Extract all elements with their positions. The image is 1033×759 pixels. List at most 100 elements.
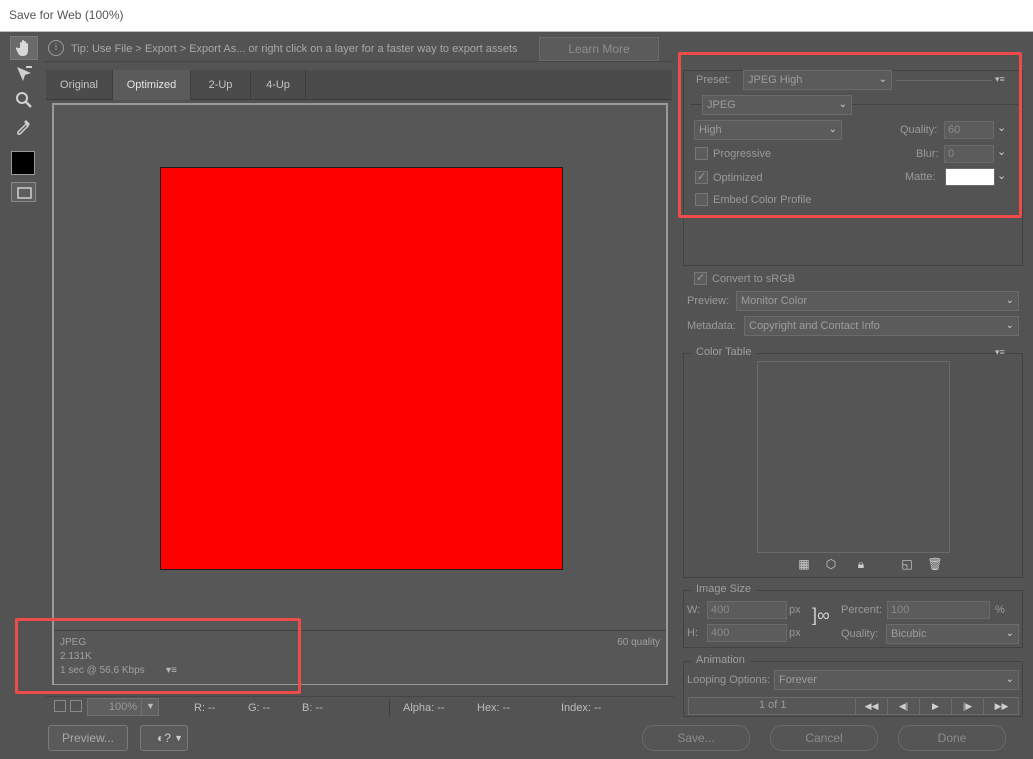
eyedropper-color-swatch[interactable] <box>11 151 35 175</box>
matte-color-swatch[interactable] <box>945 168 995 186</box>
chevron-down-icon: ⌄ <box>828 124 837 135</box>
quality-label: Quality: <box>900 124 938 136</box>
height-unit: px <box>789 627 801 639</box>
chevron-down-icon: ⌄ <box>878 74 887 85</box>
toolbox <box>8 36 40 206</box>
frame-counter: 1 of 1 <box>759 699 787 711</box>
tip-text: Tip: Use File > Export > Export As... or… <box>71 43 518 55</box>
preview-value: Monitor Color <box>741 295 808 307</box>
resample-quality-select[interactable]: Bicubic ⌄ <box>886 624 1019 644</box>
preset-select[interactable]: JPEG High ⌄ <box>743 70 892 90</box>
learn-more-button[interactable]: Learn More <box>539 37 659 61</box>
blur-label: Blur: <box>916 148 939 160</box>
tab-optimized[interactable]: Optimized <box>113 70 191 100</box>
chevron-down-icon: ⌄ <box>838 99 847 110</box>
optimization-info: JPEG 2.131K 1 sec @ 56.6 Kbps ▾≡ 60 qual… <box>54 630 666 684</box>
readout-alpha: Alpha: -- <box>403 702 445 714</box>
title-bar: Save for Web (100%) <box>0 0 1033 32</box>
animation-title: Animation <box>691 654 750 666</box>
image-size-title: Image Size <box>691 583 757 595</box>
convert-srgb-label: Convert to sRGB <box>712 273 796 285</box>
last-frame-icon[interactable]: ▶▶ <box>983 698 1019 714</box>
chevron-down-icon: ⌄ <box>1005 320 1014 331</box>
preview-select[interactable]: Monitor Color ⌄ <box>736 291 1019 311</box>
map-to-transparent-icon[interactable]: ▦ <box>796 557 812 573</box>
info-menu-icon[interactable]: ▾≡ <box>166 665 177 676</box>
width-input[interactable]: 400 <box>707 601 787 619</box>
convert-srgb-checkbox[interactable] <box>694 271 707 285</box>
divider <box>389 699 390 717</box>
info-format: JPEG <box>60 637 87 648</box>
preview-label: Preview: <box>687 295 730 307</box>
tab-4-up[interactable]: 4-Up <box>251 70 306 100</box>
lock-icon[interactable]: 🔒︎ <box>853 557 869 573</box>
animation-nav-bar: 1 of 1 ◀◀ ◀| ▶ |▶ ▶▶ <box>688 697 1019 715</box>
info-quality: 60 quality <box>617 637 660 648</box>
progressive-label: Progressive <box>713 148 772 160</box>
eyedropper-tool-icon[interactable] <box>10 114 38 138</box>
percent-label: Percent: <box>841 604 882 616</box>
tab-original[interactable]: Original <box>46 70 113 100</box>
chevron-down-icon[interactable]: ⌄ <box>997 145 1006 158</box>
looping-options-label: Looping Options: <box>687 674 771 686</box>
resample-quality-value: Bicubic <box>891 628 927 640</box>
color-table-swatches[interactable] <box>757 361 950 553</box>
done-button[interactable]: Done <box>898 725 1006 751</box>
link-icon[interactable]: ]∞ <box>812 605 830 626</box>
percent-unit: % <box>995 604 1005 616</box>
cancel-button[interactable]: Cancel <box>770 725 878 751</box>
tab-2-up[interactable]: 2-Up <box>191 70 251 100</box>
slice-select-tool-icon[interactable] <box>10 62 38 86</box>
optimized-label: Optimized <box>713 172 763 184</box>
chevron-down-icon[interactable]: ⌄ <box>997 169 1006 182</box>
optimized-checkbox[interactable] <box>695 170 708 184</box>
metadata-label: Metadata: <box>687 320 736 332</box>
chevron-down-icon[interactable]: ⌄ <box>997 121 1006 134</box>
settings-menu-icon[interactable]: ▾≡ <box>995 74 1005 85</box>
height-input[interactable]: 400 <box>707 624 787 642</box>
blur-input[interactable]: 0 <box>944 145 994 163</box>
first-frame-icon[interactable]: ◀◀ <box>855 698 887 714</box>
metadata-select[interactable]: Copyright and Contact Info ⌄ <box>744 316 1019 336</box>
height-label: H: <box>687 627 698 639</box>
previous-frame-icon[interactable]: ◀| <box>887 698 919 714</box>
embed-color-profile-label: Embed Color Profile <box>713 194 812 206</box>
width-label: W: <box>687 604 701 616</box>
chevron-down-icon: ⌄ <box>1005 628 1014 639</box>
color-table-title: Color Table <box>691 346 757 358</box>
chevron-down-icon: ⌄ <box>1005 295 1014 306</box>
metadata-value: Copyright and Contact Info <box>749 320 880 332</box>
preview-button[interactable]: Preview... <box>48 725 128 751</box>
progressive-checkbox[interactable] <box>695 147 708 160</box>
zoom-in-icon[interactable] <box>70 700 82 712</box>
embed-color-profile-checkbox[interactable] <box>695 193 708 206</box>
window-title: Save for Web (100%) <box>9 8 124 22</box>
quality-level-value: High <box>699 124 722 136</box>
format-value: JPEG <box>707 99 736 111</box>
chevron-down-icon: ⌄ <box>1005 674 1014 685</box>
play-icon[interactable]: ▶ <box>919 698 951 714</box>
browser-preview-button[interactable]: ◐? ▼ <box>140 725 188 751</box>
format-select[interactable]: JPEG ⌄ <box>702 95 852 115</box>
toggle-slices-icon[interactable] <box>11 182 36 202</box>
next-frame-icon[interactable]: |▶ <box>951 698 983 714</box>
info-download-time: 1 sec @ 56.6 Kbps <box>60 665 145 676</box>
web-shift-icon[interactable]: ⬡ <box>823 557 839 573</box>
zoom-out-icon[interactable] <box>54 700 66 712</box>
hand-tool-icon[interactable] <box>10 36 38 60</box>
color-table-menu-icon[interactable]: ▾≡ <box>995 347 1005 358</box>
new-color-icon[interactable]: ◱ <box>899 557 915 573</box>
quality-input[interactable]: 60 <box>944 121 994 139</box>
readout-hex: Hex: -- <box>477 702 510 714</box>
readout-r: R: -- <box>194 702 216 714</box>
quality-level-select[interactable]: High ⌄ <box>694 120 842 140</box>
zoom-tool-icon[interactable] <box>10 88 38 112</box>
zoom-level-value: 100% <box>108 701 138 713</box>
looping-options-select[interactable]: Forever ⌄ <box>774 670 1019 690</box>
preset-label: Preset: <box>696 74 731 86</box>
trash-icon[interactable]: 🗑︎ <box>927 557 943 573</box>
save-button[interactable]: Save... <box>642 725 750 751</box>
chevron-down-icon[interactable]: ▼ <box>141 698 159 716</box>
percent-input[interactable]: 100 <box>887 601 990 619</box>
divider <box>896 80 992 81</box>
